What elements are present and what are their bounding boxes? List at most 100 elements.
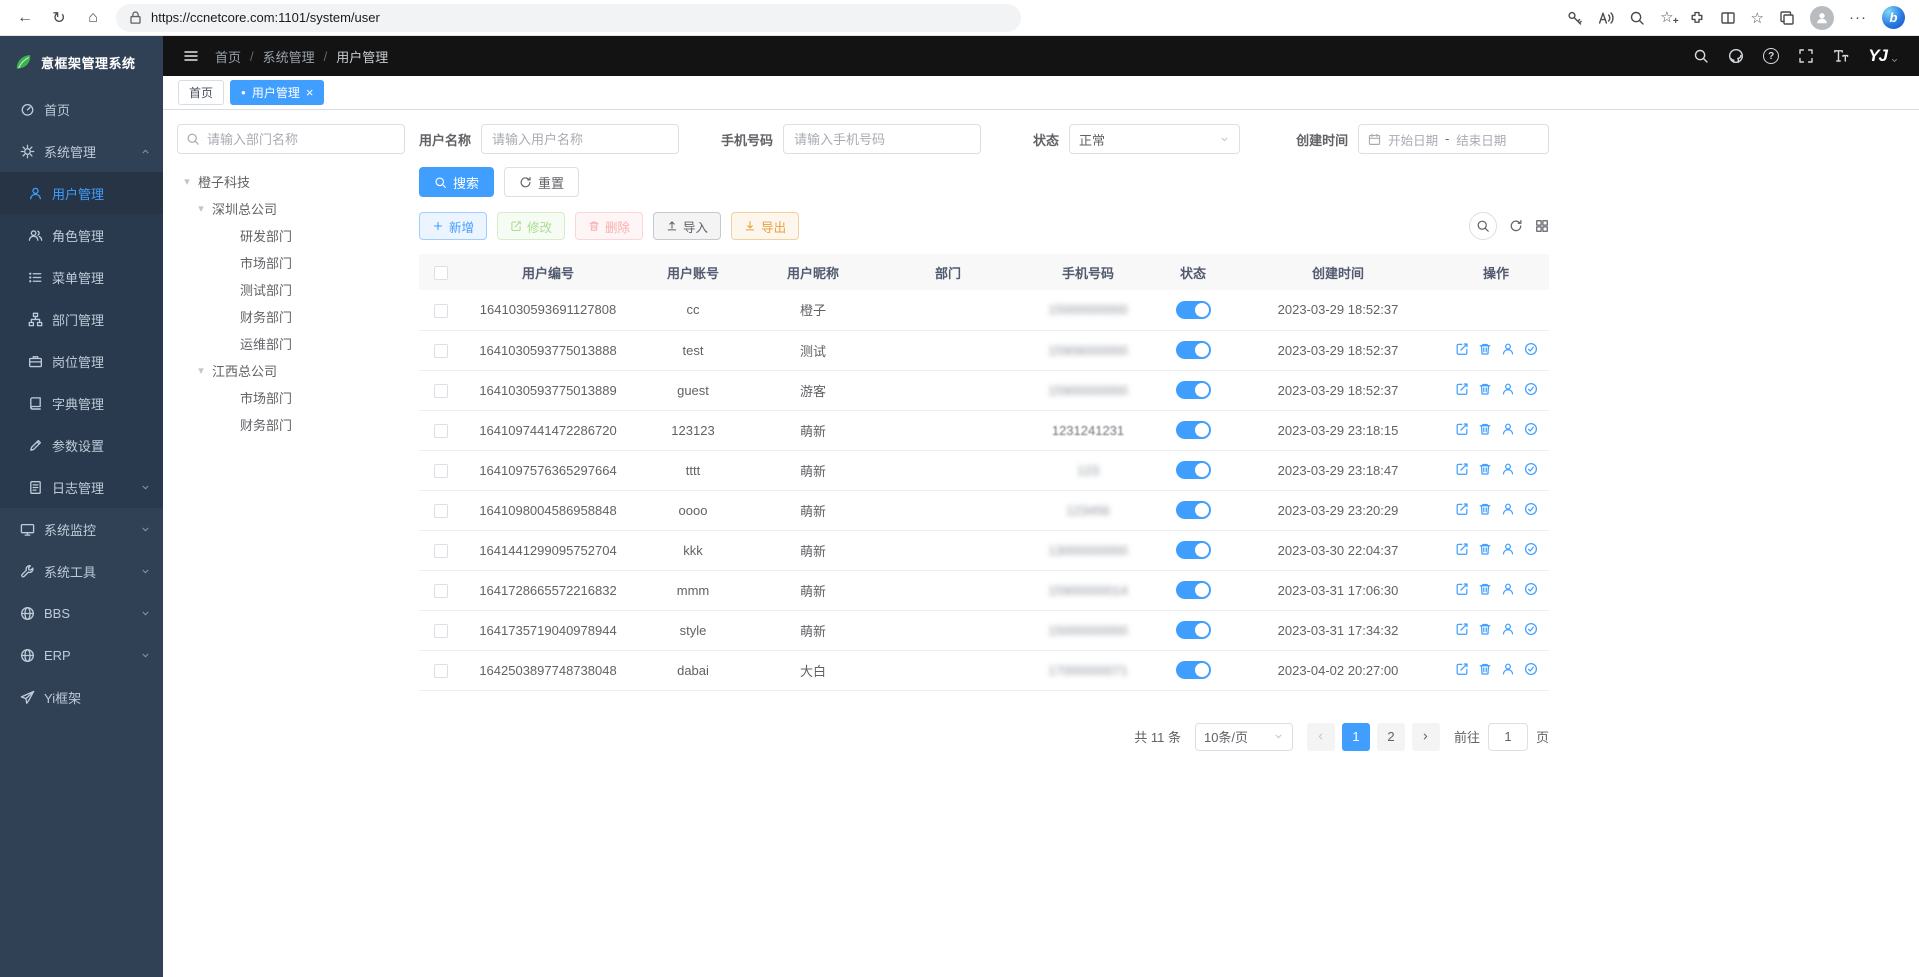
password-key-icon[interactable] <box>1567 10 1583 26</box>
tab-home[interactable]: 首页 <box>178 80 224 105</box>
browser-settings-icon[interactable]: ··· <box>1849 9 1867 26</box>
favorites-icon[interactable]: ☆ <box>1751 9 1764 27</box>
reset-password-icon[interactable] <box>1501 662 1515 676</box>
reset-password-icon[interactable] <box>1501 342 1515 356</box>
assign-role-icon[interactable] <box>1524 622 1538 636</box>
read-aloud-icon[interactable] <box>1598 10 1614 26</box>
reset-password-icon[interactable] <box>1501 502 1515 516</box>
status-toggle[interactable] <box>1176 541 1211 559</box>
tree-node[interactable]: ▾橙子科技 <box>177 168 405 195</box>
delete-icon[interactable] <box>1478 462 1492 476</box>
edit-icon[interactable] <box>1455 622 1469 636</box>
tree-node[interactable]: ▾测试部门 <box>177 276 405 303</box>
sidebar-item-erp[interactable]: ERP <box>0 634 163 676</box>
status-toggle[interactable] <box>1176 661 1211 679</box>
delete-icon[interactable] <box>1478 542 1492 556</box>
row-checkbox[interactable] <box>434 304 448 318</box>
sidebar-item-monitor[interactable]: 系统监控 <box>0 508 163 550</box>
address-bar[interactable]: https://ccnetcore.com:1101/system/user <box>116 4 1021 32</box>
assign-role-icon[interactable] <box>1524 422 1538 436</box>
edit-icon[interactable] <box>1455 342 1469 356</box>
username-input[interactable] <box>481 124 679 154</box>
caret-down-icon[interactable]: ▾ <box>181 175 193 188</box>
collapse-sidebar-icon[interactable] <box>183 48 199 64</box>
edit-icon[interactable] <box>1455 422 1469 436</box>
extensions-icon[interactable] <box>1689 10 1705 26</box>
reset-password-icon[interactable] <box>1501 462 1515 476</box>
collections-icon[interactable] <box>1779 10 1795 26</box>
row-checkbox[interactable] <box>434 624 448 638</box>
row-checkbox[interactable] <box>434 584 448 598</box>
sidebar-item-dict-mgmt[interactable]: 字典管理 <box>0 382 163 424</box>
status-toggle[interactable] <box>1176 341 1211 359</box>
assign-role-icon[interactable] <box>1524 462 1538 476</box>
tree-node[interactable]: ▾运维部门 <box>177 330 405 357</box>
goto-page-input[interactable] <box>1488 723 1528 751</box>
next-page-button[interactable] <box>1412 723 1440 751</box>
tree-node[interactable]: ▾江西总公司 <box>177 357 405 384</box>
status-select[interactable]: 正常 <box>1069 124 1240 154</box>
sidebar-item-menu-mgmt[interactable]: 菜单管理 <box>0 256 163 298</box>
browser-back-button[interactable]: ← <box>8 4 42 32</box>
reset-password-icon[interactable] <box>1501 622 1515 636</box>
assign-role-icon[interactable] <box>1524 662 1538 676</box>
tree-node[interactable]: ▾研发部门 <box>177 222 405 249</box>
row-checkbox[interactable] <box>434 384 448 398</box>
sidebar-item-bbs[interactable]: BBS <box>0 592 163 634</box>
sidebar-item-log-mgmt[interactable]: 日志管理 <box>0 466 163 508</box>
copilot-icon[interactable]: b <box>1882 6 1905 29</box>
status-toggle[interactable] <box>1176 461 1211 479</box>
url-text[interactable]: https://ccnetcore.com:1101/system/user <box>151 10 380 25</box>
edit-icon[interactable] <box>1455 582 1469 596</box>
breadcrumb-item[interactable]: 首页 <box>215 47 241 66</box>
edit-button[interactable]: 修改 <box>497 212 565 240</box>
github-icon[interactable] <box>1728 48 1744 64</box>
dept-search-input[interactable] <box>177 124 405 154</box>
browser-refresh-button[interactable]: ↻ <box>42 4 76 32</box>
browser-home-button[interactable]: ⌂ <box>76 4 110 32</box>
refresh-table-button[interactable] <box>1509 219 1523 233</box>
edit-icon[interactable] <box>1455 462 1469 476</box>
search-icon[interactable] <box>1693 48 1709 64</box>
delete-button[interactable]: 删除 <box>575 212 643 240</box>
status-toggle[interactable] <box>1176 581 1211 599</box>
sidebar-item-tools[interactable]: 系统工具 <box>0 550 163 592</box>
export-button[interactable]: 导出 <box>731 212 799 240</box>
delete-icon[interactable] <box>1478 622 1492 636</box>
caret-down-icon[interactable]: ▾ <box>195 364 207 377</box>
tree-node[interactable]: ▾财务部门 <box>177 411 405 438</box>
phone-input[interactable] <box>783 124 981 154</box>
status-toggle[interactable] <box>1176 381 1211 399</box>
import-button[interactable]: 导入 <box>653 212 721 240</box>
reset-button[interactable]: 重置 <box>504 167 579 197</box>
assign-role-icon[interactable] <box>1524 342 1538 356</box>
page-button-2[interactable]: 2 <box>1377 723 1405 751</box>
sidebar-item-role-mgmt[interactable]: 角色管理 <box>0 214 163 256</box>
fullscreen-icon[interactable] <box>1798 48 1814 64</box>
browser-profile-avatar[interactable] <box>1810 6 1834 30</box>
delete-icon[interactable] <box>1478 662 1492 676</box>
row-checkbox[interactable] <box>434 424 448 438</box>
add-button[interactable]: 新增 <box>419 212 487 240</box>
assign-role-icon[interactable] <box>1524 542 1538 556</box>
sidebar-item-user-mgmt[interactable]: 用户管理 <box>0 172 163 214</box>
font-size-icon[interactable] <box>1833 48 1849 64</box>
delete-icon[interactable] <box>1478 582 1492 596</box>
help-icon[interactable]: ? <box>1763 48 1779 64</box>
user-avatar[interactable]: YJ <box>1868 46 1899 66</box>
row-checkbox[interactable] <box>434 344 448 358</box>
column-settings-button[interactable] <box>1535 219 1549 233</box>
reset-password-icon[interactable] <box>1501 382 1515 396</box>
reset-password-icon[interactable] <box>1501 422 1515 436</box>
close-tab-icon[interactable]: × <box>306 86 314 99</box>
search-button[interactable]: 搜索 <box>419 167 494 197</box>
edit-icon[interactable] <box>1455 502 1469 516</box>
toggle-search-button[interactable] <box>1469 212 1497 240</box>
delete-icon[interactable] <box>1478 382 1492 396</box>
row-checkbox[interactable] <box>434 664 448 678</box>
delete-icon[interactable] <box>1478 342 1492 356</box>
select-all-checkbox[interactable] <box>434 266 448 280</box>
row-checkbox[interactable] <box>434 544 448 558</box>
row-checkbox[interactable] <box>434 464 448 478</box>
page-size-select[interactable]: 10条/页 <box>1195 723 1293 751</box>
